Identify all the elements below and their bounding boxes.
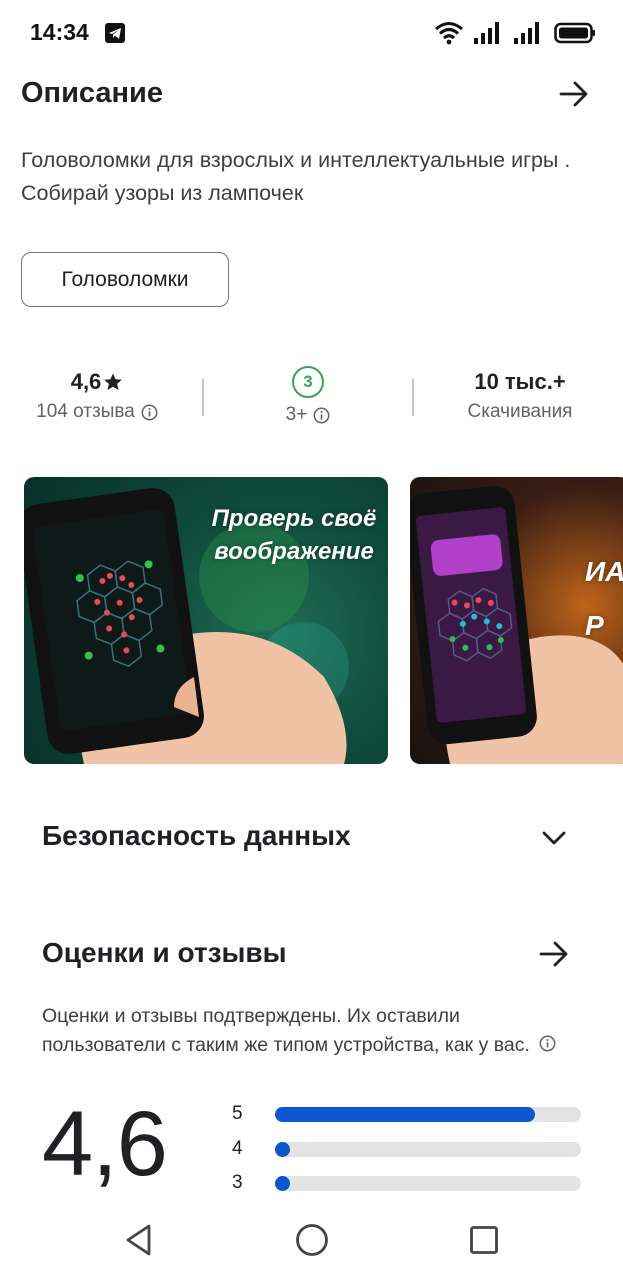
- rating-bar-row: 4: [232, 1138, 582, 1160]
- screenshot-1-promo-text: Проверь своё воображение: [211, 505, 377, 565]
- rating-value: 4,6: [70, 369, 102, 394]
- info-icon[interactable]: [539, 1035, 556, 1052]
- status-bar: 14:34: [0, 0, 623, 66]
- star-icon: [104, 373, 123, 390]
- status-time: 14:34: [30, 19, 89, 45]
- stat-divider: [412, 379, 414, 416]
- category-chip[interactable]: Головоломки: [21, 252, 229, 307]
- rating-bar-fill: [275, 1176, 290, 1191]
- ratings-arrow-button[interactable]: [534, 934, 574, 974]
- battery-icon: [554, 22, 595, 44]
- chevron-down-icon[interactable]: [536, 820, 572, 856]
- screenshot-1[interactable]: Проверь своё воображение: [24, 477, 388, 764]
- info-icon: [141, 404, 158, 420]
- rating-bar-fill: [275, 1142, 290, 1157]
- rating-bar-row: 3: [232, 1172, 582, 1194]
- rating-bar-track: [275, 1176, 581, 1191]
- rating-stat[interactable]: 4,6 104 отзыва: [22, 367, 172, 423]
- ratings-title: Оценки и отзывы: [42, 937, 287, 968]
- screenshot-2[interactable]: ИА Р: [410, 477, 623, 764]
- home-icon[interactable]: [292, 1220, 332, 1260]
- signal-icon: [514, 22, 539, 44]
- screenshot-2-promo-text: ИА Р: [585, 556, 623, 641]
- age-rating-badge: 3: [292, 366, 324, 398]
- telegram-icon: [105, 23, 125, 43]
- age-rating-label: 3+: [285, 404, 308, 425]
- signal-icon: [474, 22, 499, 44]
- rating-bar-track: [275, 1142, 581, 1157]
- rating-count-label: 104 отзыва: [36, 401, 135, 422]
- average-rating: 4,6: [42, 1093, 168, 1195]
- rating-bar-row: 5: [232, 1103, 582, 1125]
- ratings-note-text: Оценки и отзывы подтверждены. Их оставил…: [42, 1005, 530, 1056]
- wifi-icon: [435, 22, 463, 45]
- stat-divider: [202, 379, 204, 416]
- downloads-value: 10 тыс.+: [474, 369, 566, 394]
- data-safety-title: Безопасность данных: [42, 820, 351, 851]
- downloads-label: Скачивания: [467, 401, 573, 422]
- rating-bar-fill: [275, 1107, 536, 1122]
- description-title: Описание: [21, 77, 163, 109]
- rating-bar-track: [275, 1107, 581, 1122]
- description-text: Головоломки для взрослых и интеллектуаль…: [21, 148, 571, 205]
- recent-apps-icon[interactable]: [464, 1220, 504, 1260]
- age-rating-stat[interactable]: 3 3+: [248, 366, 368, 426]
- description-arrow-button[interactable]: [554, 74, 594, 114]
- rating-bar-stars: 4: [232, 1138, 243, 1159]
- downloads-stat: 10 тыс.+ Скачивания: [440, 367, 600, 423]
- rating-bar-stars: 3: [232, 1172, 243, 1193]
- rating-bar-stars: 5: [232, 1103, 243, 1124]
- ratings-note: Оценки и отзывы подтверждены. Их оставил…: [42, 1002, 582, 1059]
- info-icon: [313, 407, 330, 423]
- back-icon[interactable]: [119, 1220, 159, 1260]
